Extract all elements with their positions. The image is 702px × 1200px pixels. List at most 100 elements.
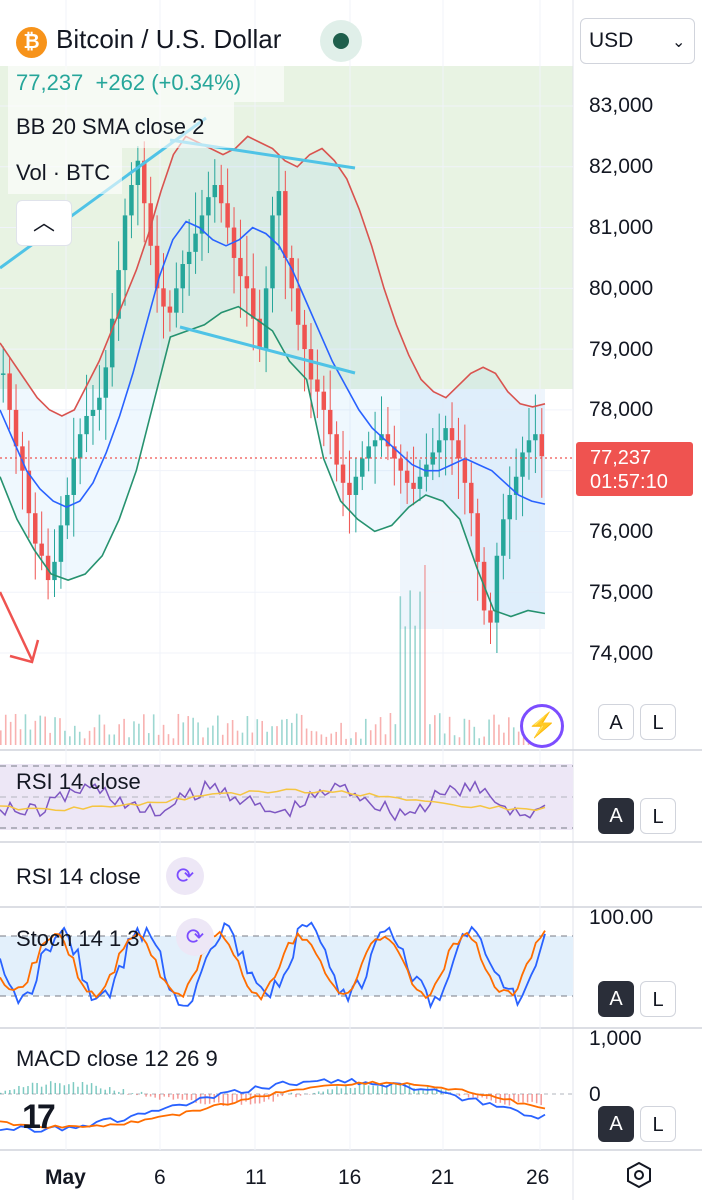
rsi-collapsed-label[interactable]: RSI 14 close [16, 864, 141, 890]
candle-body [103, 367, 109, 398]
macd-histogram-bar [295, 1094, 297, 1098]
sync-icon[interactable]: ⟳ [176, 918, 214, 956]
volume-bar [276, 726, 278, 745]
candle-body [475, 513, 480, 562]
volume-bar [9, 721, 12, 745]
macd-histogram-bar [0, 1092, 2, 1094]
legend-vol-label: Vol · BTC [16, 160, 111, 185]
candle-body [135, 160, 141, 186]
x-axis-label: May [45, 1166, 86, 1189]
volume-bar [429, 724, 431, 745]
settings-icon[interactable] [624, 1160, 654, 1190]
macd-histogram-bar [540, 1094, 542, 1106]
candle-body [520, 452, 525, 477]
macd-auto-scale-button[interactable]: A [598, 1106, 634, 1142]
macd-log-scale-button[interactable]: L [640, 1106, 676, 1142]
macd-histogram-bar [4, 1090, 7, 1094]
candle-body [206, 197, 211, 216]
macd-histogram-bar [127, 1094, 129, 1095]
candle-body [501, 519, 506, 556]
volume-bar [300, 714, 303, 745]
macd-histogram-bar [27, 1086, 29, 1094]
volume-bar [217, 715, 219, 745]
macd-histogram-bar [290, 1092, 293, 1094]
candle-body [404, 470, 410, 483]
x-axis-label: 16 [338, 1166, 362, 1189]
candle-body [180, 264, 185, 289]
macd-histogram-bar [463, 1094, 465, 1095]
macd-histogram-bar [190, 1094, 193, 1101]
candle-body [488, 610, 493, 623]
macd-histogram-bar [317, 1091, 320, 1094]
volume-bar [463, 718, 466, 745]
macd-histogram-bar [299, 1094, 302, 1096]
macd-histogram-bar [36, 1082, 38, 1094]
candle-body [366, 446, 371, 459]
volume-bar [143, 714, 145, 745]
volume-bar [167, 734, 170, 745]
chevron-down-icon: ⌄ [672, 34, 686, 51]
candle-body [507, 494, 512, 520]
collapse-legend-button[interactable]: ︿ [16, 200, 72, 246]
volume-bar [177, 713, 180, 745]
legend-volume[interactable]: Vol · BTC [8, 148, 122, 194]
down-arrow-drawing [0, 591, 40, 664]
macd-histogram-bar [31, 1082, 34, 1094]
volume-bar [246, 716, 249, 745]
lightning-icon[interactable]: ⚡ [520, 704, 564, 748]
candle-body [456, 440, 461, 459]
stoch-log-scale-button[interactable]: L [640, 981, 676, 1017]
price-axis-label: 83,000 [589, 94, 654, 117]
macd-histogram-bar [526, 1094, 529, 1103]
currency-value: USD [589, 29, 634, 52]
candle-body [225, 203, 230, 228]
macd-histogram-bar [263, 1094, 265, 1102]
rsi-log-scale-button[interactable]: L [640, 798, 676, 834]
candle-body [539, 434, 545, 457]
auto-scale-button[interactable]: A [598, 704, 634, 740]
volume-bar [29, 729, 32, 745]
macd-histogram-bar [163, 1094, 165, 1097]
legend-bb[interactable]: BB 20 SMA close 2 [8, 102, 234, 148]
macd-histogram-bar [313, 1092, 315, 1094]
sync-icon[interactable]: ⟳ [166, 857, 204, 895]
rsi-pane-label[interactable]: RSI 14 close [16, 769, 141, 795]
macd-histogram-bar [177, 1094, 179, 1099]
volume-bar [251, 732, 254, 745]
volume-bar [315, 731, 318, 745]
candle-body [449, 428, 455, 441]
rsi-auto-scale-button[interactable]: A [598, 798, 634, 834]
volume-bar [236, 730, 239, 745]
macd-histogram-bar [340, 1088, 343, 1094]
candle-body [334, 434, 339, 465]
volume-bar [335, 731, 337, 745]
macd-histogram-bar [181, 1094, 184, 1100]
x-axis-label: 26 [526, 1166, 550, 1189]
candle-body [270, 215, 275, 289]
macd-histogram-bar [236, 1094, 238, 1102]
stoch-auto-scale-button[interactable]: A [598, 981, 634, 1017]
volume-bar [197, 722, 199, 745]
macd-histogram-bar [72, 1082, 75, 1094]
macd-histogram-bar [422, 1089, 424, 1094]
volume-bar [187, 716, 190, 745]
candle-body [33, 513, 38, 544]
volume-bar [103, 724, 106, 745]
bitcoin-icon: ₿ [16, 27, 47, 58]
volume-bar [226, 723, 229, 745]
volume-bar [483, 736, 485, 745]
macd-histogram-bar [99, 1088, 102, 1094]
volume-bar [266, 731, 268, 745]
volume-bar [192, 717, 194, 745]
volume-bar [503, 732, 505, 745]
log-scale-button[interactable]: L [640, 704, 676, 740]
volume-bar [162, 724, 165, 745]
volume-bar [14, 713, 17, 745]
volume-bar [453, 735, 456, 745]
stoch-pane-label[interactable]: Stoch 14 1 3 [16, 926, 140, 952]
symbol-title[interactable]: Bitcoin / U.S. Dollar [56, 24, 281, 55]
volume-bar [98, 714, 101, 745]
candle-body [244, 276, 250, 289]
candle-body [276, 191, 282, 216]
macd-pane-label[interactable]: MACD close 12 26 9 [16, 1046, 218, 1072]
